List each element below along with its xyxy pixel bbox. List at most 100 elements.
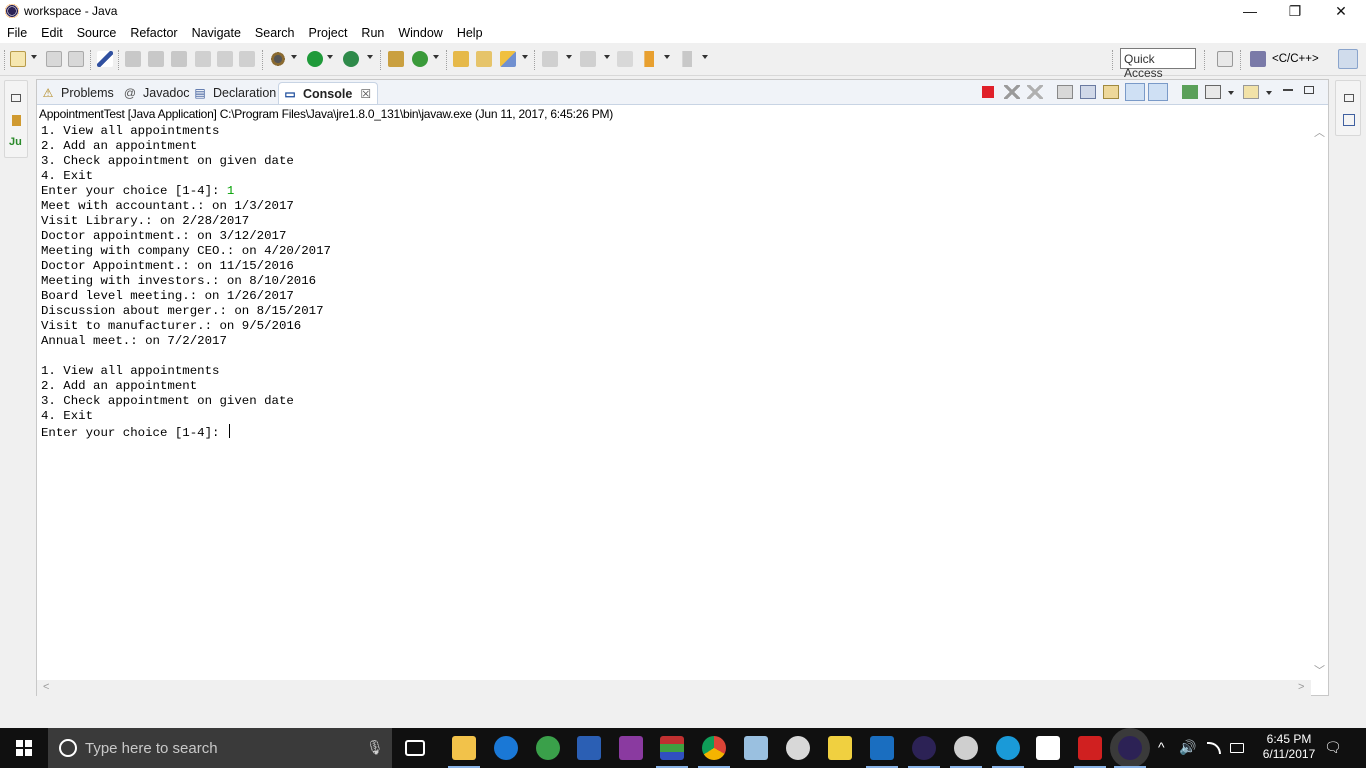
chrome-icon[interactable]: [698, 736, 730, 768]
onenote-icon[interactable]: [619, 736, 643, 760]
scroll-up-icon[interactable]: ︿: [1314, 124, 1325, 140]
start-button[interactable]: [0, 728, 48, 768]
annotation-icon[interactable]: [125, 51, 141, 67]
display-console-dropdown-icon[interactable]: [1228, 91, 1234, 95]
pin-console-icon[interactable]: [1182, 85, 1198, 99]
package-explorer-icon[interactable]: [12, 115, 21, 126]
paragraph-icon[interactable]: [239, 51, 255, 67]
cpp-perspective-icon[interactable]: [1250, 51, 1266, 67]
menu-source[interactable]: Source: [70, 26, 124, 40]
forward-dropdown-icon[interactable]: [702, 55, 708, 59]
open-type-icon[interactable]: [453, 51, 469, 67]
eclipse-active-icon[interactable]: [1114, 736, 1146, 768]
skype-icon[interactable]: [992, 736, 1024, 768]
show-whitespace-icon[interactable]: [217, 51, 233, 67]
close-tab-icon[interactable]: ☒: [360, 87, 371, 101]
forward-icon[interactable]: [679, 51, 695, 67]
drop-to-frame-icon[interactable]: [195, 51, 211, 67]
show-console-on-stdout-icon[interactable]: [1125, 83, 1145, 101]
outline-icon[interactable]: [1343, 114, 1355, 126]
run-dropdown-icon[interactable]: [327, 55, 333, 59]
menu-search[interactable]: Search: [248, 26, 302, 40]
file-explorer-icon[interactable]: [448, 736, 480, 768]
action-center-icon[interactable]: 🗨: [1324, 739, 1342, 756]
tab-declaration[interactable]: ▤ Declaration: [193, 82, 276, 104]
menu-project[interactable]: Project: [302, 26, 355, 40]
display-selected-console-icon[interactable]: [1205, 85, 1221, 99]
quick-access-input[interactable]: Quick Access: [1120, 48, 1196, 80]
open-console-dropdown-icon[interactable]: [1266, 91, 1272, 95]
debug-dropdown-icon[interactable]: [291, 55, 297, 59]
new-dropdown-icon[interactable]: [31, 55, 37, 59]
globe-app-icon[interactable]: [536, 736, 560, 760]
minimize-button[interactable]: —: [1227, 0, 1273, 22]
maximize-view-icon[interactable]: [1304, 86, 1314, 94]
microphone-icon[interactable]: 🎙: [366, 739, 384, 756]
menu-refactor[interactable]: Refactor: [123, 26, 184, 40]
volume-icon[interactable]: 🔊: [1179, 739, 1196, 756]
previous-annotation-icon[interactable]: [580, 51, 596, 67]
previous-annotation-dropdown-icon[interactable]: [604, 55, 610, 59]
coverage-dropdown-icon[interactable]: [367, 55, 373, 59]
paint-icon[interactable]: [786, 736, 810, 760]
junit-icon[interactable]: Ju: [9, 136, 22, 148]
close-button[interactable]: ✕: [1318, 0, 1364, 22]
console-output[interactable]: 1. View all appointments 2. Add an appoi…: [41, 124, 1311, 680]
horizontal-scrollbar[interactable]: < >: [37, 680, 1311, 696]
open-task-icon[interactable]: [476, 51, 492, 67]
clear-console-icon[interactable]: [1057, 85, 1073, 99]
wifi-icon[interactable]: [1207, 742, 1221, 754]
new-class-dropdown-icon[interactable]: [433, 55, 439, 59]
show-console-on-stderr-icon[interactable]: [1148, 83, 1168, 101]
back-icon[interactable]: [641, 51, 657, 67]
vertical-scrollbar[interactable]: ︿ ﹀: [1311, 124, 1328, 680]
terminate-icon[interactable]: [982, 86, 994, 98]
cpp-perspective-button[interactable]: <C/C++>: [1272, 53, 1319, 65]
clock[interactable]: 6:45 PM 6/11/2017: [1256, 732, 1322, 762]
maximize-button[interactable]: ❐: [1272, 0, 1318, 22]
minimize-view-icon[interactable]: [1283, 89, 1293, 91]
task-view-icon[interactable]: [405, 740, 425, 756]
scroll-left-icon[interactable]: <: [43, 681, 49, 693]
open-console-icon[interactable]: [1243, 85, 1259, 99]
java-perspective-icon[interactable]: [1338, 49, 1358, 69]
search-dropdown-icon[interactable]: [522, 55, 528, 59]
run-icon[interactable]: [307, 51, 323, 67]
winrar-icon[interactable]: [656, 736, 688, 768]
remove-launch-icon[interactable]: [1004, 85, 1020, 99]
restore-icon[interactable]: [11, 94, 21, 102]
snipping-tool-icon[interactable]: [950, 736, 982, 768]
menu-file[interactable]: File: [0, 26, 34, 40]
next-annotation-dropdown-icon[interactable]: [566, 55, 572, 59]
notes-app-icon[interactable]: [744, 736, 768, 760]
tab-javadoc[interactable]: @ Javadoc: [123, 82, 190, 104]
remove-all-terminated-icon[interactable]: [1027, 85, 1043, 99]
menu-window[interactable]: Window: [391, 26, 449, 40]
outlook-icon[interactable]: [866, 736, 898, 768]
scroll-lock-icon[interactable]: [1080, 85, 1096, 99]
toggle-mark-icon[interactable]: [97, 51, 113, 67]
photos-icon[interactable]: [1036, 736, 1060, 760]
scroll-right-icon[interactable]: >: [1298, 681, 1304, 693]
menu-help[interactable]: Help: [450, 26, 490, 40]
acrobat-icon[interactable]: [1074, 736, 1106, 768]
last-edit-location-icon[interactable]: [617, 51, 633, 67]
use-step-filters-icon[interactable]: [171, 51, 187, 67]
new-java-class-icon[interactable]: [412, 51, 428, 67]
taskbar-search[interactable]: Type here to search 🎙: [48, 728, 392, 768]
restore-icon[interactable]: [1344, 94, 1354, 102]
new-icon[interactable]: [10, 51, 26, 67]
save-icon[interactable]: [46, 51, 62, 67]
next-annotation-icon[interactable]: [542, 51, 558, 67]
back-dropdown-icon[interactable]: [664, 55, 670, 59]
open-perspective-icon[interactable]: [1217, 51, 1233, 67]
word-icon[interactable]: [577, 736, 601, 760]
coverage-icon[interactable]: [343, 51, 359, 67]
skip-breakpoints-icon[interactable]: [148, 51, 164, 67]
scroll-down-icon[interactable]: ﹀: [1314, 662, 1325, 678]
tray-overflow-icon[interactable]: ^: [1158, 739, 1165, 755]
save-all-icon[interactable]: [68, 51, 84, 67]
eclipse-icon[interactable]: [908, 736, 940, 768]
tab-problems[interactable]: ⚠ Problems: [41, 82, 114, 104]
menu-navigate[interactable]: Navigate: [185, 26, 248, 40]
